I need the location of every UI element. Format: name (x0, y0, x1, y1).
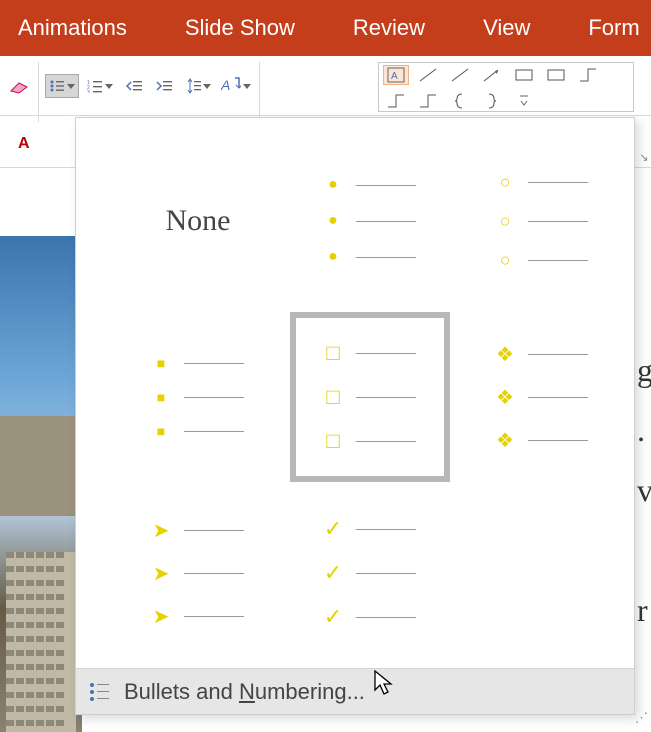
shape-rect-2[interactable] (543, 65, 569, 85)
tab-animations[interactable]: Animations (18, 15, 127, 41)
shape-line[interactable] (415, 65, 441, 85)
increase-indent-button[interactable] (151, 74, 177, 98)
shape-arrow[interactable] (479, 65, 505, 85)
shape-rect[interactable] (511, 65, 537, 85)
bullets-numbering-label: Bullets and Numbering... (124, 679, 365, 705)
bullet-option-arrow[interactable]: ➤ ➤ ➤ (118, 488, 278, 658)
bullet-option-star[interactable]: ❖ ❖ ❖ (462, 312, 622, 482)
tab-review[interactable]: Review (353, 15, 425, 41)
shape-connector-3[interactable] (415, 91, 441, 111)
bullet-option-checkmark[interactable]: ✓ ✓ ✓ (290, 488, 450, 658)
dialog-launcher-icon[interactable]: ↘ (636, 149, 651, 165)
shape-more-caret[interactable] (511, 91, 537, 111)
svg-text:A: A (221, 77, 230, 93)
font-color-button[interactable]: A (6, 130, 46, 154)
bullets-numbering-icon (90, 681, 112, 703)
slide-text-peek: g.vr (637, 340, 651, 720)
shapes-gallery[interactable]: A (378, 62, 634, 112)
text-direction-button[interactable]: A (219, 74, 253, 98)
bullet-option-empty[interactable] (462, 488, 622, 658)
bullets-dropdown-button[interactable] (45, 74, 79, 98)
shape-brace-l[interactable] (447, 91, 473, 111)
bullet-option-filled-round[interactable]: ● ● ● (290, 136, 450, 306)
shape-brace-r[interactable] (479, 91, 505, 111)
svg-text:3: 3 (87, 90, 90, 93)
bullets-gallery-panel: None ● ● ● ○ ○ ○ ■ ■ ■ □ □ □ ❖ ❖ ❖ (75, 117, 635, 715)
bullet-option-hollow-square[interactable]: □ □ □ (290, 312, 450, 482)
bullet-option-hollow-round[interactable]: ○ ○ ○ (462, 136, 622, 306)
slide-canvas-image (0, 236, 82, 732)
bullets-and-numbering-menuitem[interactable]: Bullets and Numbering... (76, 668, 634, 714)
numbering-dropdown-button[interactable]: 123 (83, 74, 117, 98)
shape-connector-2[interactable] (383, 91, 409, 111)
line-spacing-button[interactable] (181, 74, 215, 98)
resize-handle-icon[interactable]: ⋰ (635, 710, 649, 724)
tab-format-partial[interactable]: Form (588, 15, 639, 41)
tab-slide-show[interactable]: Slide Show (185, 15, 295, 41)
decrease-indent-button[interactable] (121, 74, 147, 98)
shape-connector-1[interactable] (575, 65, 601, 85)
svg-text:A: A (391, 71, 398, 82)
eraser-button[interactable] (6, 74, 32, 98)
shape-textbox[interactable]: A (383, 65, 409, 85)
tab-view[interactable]: View (483, 15, 530, 41)
bullet-option-filled-square[interactable]: ■ ■ ■ (118, 312, 278, 482)
bullet-option-none[interactable]: None (118, 136, 278, 306)
shape-line-2[interactable] (447, 65, 473, 85)
ribbon-tabs: Animations Slide Show Review View Form (0, 0, 651, 56)
svg-text:A: A (18, 135, 30, 150)
